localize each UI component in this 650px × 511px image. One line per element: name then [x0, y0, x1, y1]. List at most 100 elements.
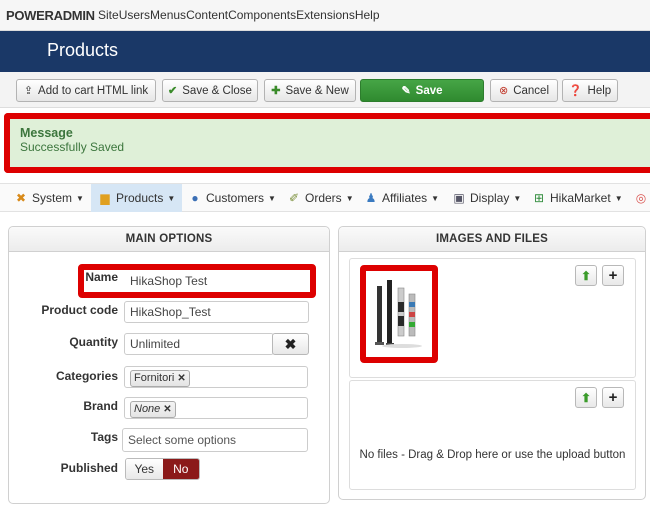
hikamenu-orders-label: Orders	[305, 191, 342, 205]
upload-icon: ⇪	[23, 85, 34, 97]
add-to-cart-link-button[interactable]: ⇪ Add to cart HTML link	[16, 79, 156, 102]
product-code-field[interactable]: HikaShop_Test	[124, 301, 309, 323]
plus-icon: ✚	[271, 85, 281, 97]
tags-field[interactable]: Select some options	[122, 428, 308, 452]
title-bar: Products	[0, 31, 650, 72]
check-icon: ✔	[168, 85, 178, 97]
quantity-field[interactable]: Unlimited	[124, 333, 274, 355]
add-to-cart-label: Add to cart HTML link	[38, 84, 149, 97]
save-close-label: Save & Close	[182, 84, 252, 97]
hikamenu-orders[interactable]: ✐ Orders ▼	[287, 184, 354, 212]
speaker-image	[375, 280, 422, 348]
caret-down-icon: ▼	[614, 193, 623, 203]
caret-down-icon: ▼	[513, 193, 522, 203]
add-file-button[interactable]: +	[602, 387, 624, 408]
name-field[interactable]: HikaShop Test	[124, 270, 308, 292]
category-tag-label: Fornitori	[134, 372, 175, 384]
save-button[interactable]: ✎ Save	[360, 79, 484, 102]
app-logo: POWERADMIN	[6, 7, 95, 23]
orders-icon: ✐	[288, 191, 300, 205]
tools-icon: ✖	[15, 191, 27, 205]
users-icon: ●	[191, 191, 199, 205]
question-icon: ❓	[568, 85, 583, 97]
hikamenu-affiliates-label: Affiliates	[382, 191, 428, 205]
brand-tag-label: None	[134, 403, 161, 415]
published-no-button[interactable]: No	[162, 459, 199, 479]
clear-quantity-button[interactable]: ✖	[272, 333, 309, 355]
menu-content[interactable]: Content	[186, 8, 228, 22]
hikamenu-products[interactable]: ▆ Products ▼	[91, 184, 183, 212]
display-icon: ▣	[453, 191, 465, 205]
published-label: Published	[60, 461, 118, 475]
brand-field[interactable]: None ✕	[124, 397, 308, 419]
no-files-text: No files - Drag & Drop here or use the u…	[359, 449, 626, 461]
caret-down-icon: ▼	[268, 193, 276, 203]
save-label: Save	[415, 84, 443, 97]
save-new-button[interactable]: ✚ Save & New	[264, 79, 356, 102]
hikamenu-display-label: Display	[470, 191, 510, 205]
affiliates-icon: ♟	[365, 191, 377, 205]
hikashop-menu: ✖ System ▼ ▆ Products ▼ ● Customers ▼ ✐ …	[0, 183, 650, 212]
remove-tag-icon[interactable]: ✕	[163, 404, 171, 415]
product-code-label: Product code	[41, 303, 118, 317]
help-button[interactable]: ❓ Help	[562, 79, 618, 102]
published-toggle: Yes No	[125, 458, 200, 480]
plus-icon: +	[608, 267, 618, 284]
remove-tag-icon[interactable]: ✕	[177, 373, 185, 384]
upload-icon: ⬆	[580, 390, 592, 405]
upload-file-button[interactable]: ⬆	[575, 387, 597, 408]
hikamenu-hikamarket-label: HikaMarket	[550, 191, 611, 205]
caret-down-icon: ▼	[431, 193, 440, 203]
hikamenu-system-label: System	[32, 191, 73, 205]
menu-site[interactable]: Site	[98, 8, 119, 22]
menu-components[interactable]: Components	[228, 8, 296, 22]
menu-menus[interactable]: Menus	[150, 8, 186, 22]
message-heading: Message	[20, 126, 73, 140]
caret-down-icon: ▼	[167, 193, 176, 203]
brand-label: Brand	[83, 399, 118, 413]
caret-down-icon: ▼	[76, 193, 84, 203]
menu-users[interactable]: Users	[119, 8, 150, 22]
system-message: Message Successfully Saved	[4, 113, 650, 173]
published-yes-button[interactable]: Yes	[126, 459, 163, 479]
categories-label: Categories	[55, 369, 118, 383]
main-options-header: MAIN OPTIONS	[9, 227, 329, 252]
top-menu-bar: POWERADMIN Site Users Menus Content Comp…	[0, 0, 650, 31]
hikamenu-customers-label: Customers	[206, 191, 265, 205]
save-new-label: Save & New	[285, 84, 349, 97]
edit-icon: ✎	[401, 85, 411, 97]
products-icon: ▆	[100, 191, 110, 205]
upload-image-button[interactable]: ⬆	[575, 265, 597, 286]
hikamenu-products-label: Products	[116, 191, 164, 205]
quantity-label: Quantity	[69, 335, 118, 349]
hikamenu-help[interactable]: ◎	[634, 184, 648, 212]
hikamenu-customers[interactable]: ● Customers ▼	[188, 184, 276, 212]
lifebuoy-icon: ◎	[635, 191, 647, 205]
menu-help[interactable]: Help	[355, 8, 380, 22]
cancel-label: Cancel	[513, 84, 550, 97]
caret-down-icon: ▼	[345, 193, 354, 203]
plus-icon: +	[608, 389, 618, 406]
hikamenu-display[interactable]: ▣ Display ▼	[452, 184, 521, 212]
category-tag: Fornitori ✕	[130, 370, 190, 387]
add-image-button[interactable]: +	[602, 265, 624, 286]
brand-tag: None ✕	[130, 401, 176, 418]
product-image[interactable]	[367, 272, 432, 357]
cancel-button[interactable]: ⊗ Cancel	[490, 79, 558, 102]
menu-extensions[interactable]: Extensions	[296, 8, 355, 22]
hikamenu-system[interactable]: ✖ System ▼	[14, 184, 84, 212]
close-icon: ✖	[284, 335, 297, 352]
cancel-icon: ⊗	[498, 85, 509, 97]
images-files-header: IMAGES AND FILES	[339, 227, 645, 252]
hikamarket-icon: ⊞	[533, 191, 545, 205]
hikamenu-affiliates[interactable]: ♟ Affiliates ▼	[364, 184, 439, 212]
categories-field[interactable]: Fornitori ✕	[124, 366, 308, 388]
hikamenu-hikamarket[interactable]: ⊞ HikaMarket ▼	[532, 184, 623, 212]
tags-label: Tags	[90, 430, 118, 444]
toolbar: ⇪ Add to cart HTML link ✔ Save & Close ✚…	[0, 72, 650, 108]
help-label: Help	[587, 84, 612, 97]
upload-icon: ⬆	[580, 268, 592, 283]
message-text: Successfully Saved	[20, 140, 125, 154]
page-title: Products	[47, 40, 119, 60]
save-close-button[interactable]: ✔ Save & Close	[162, 79, 258, 102]
